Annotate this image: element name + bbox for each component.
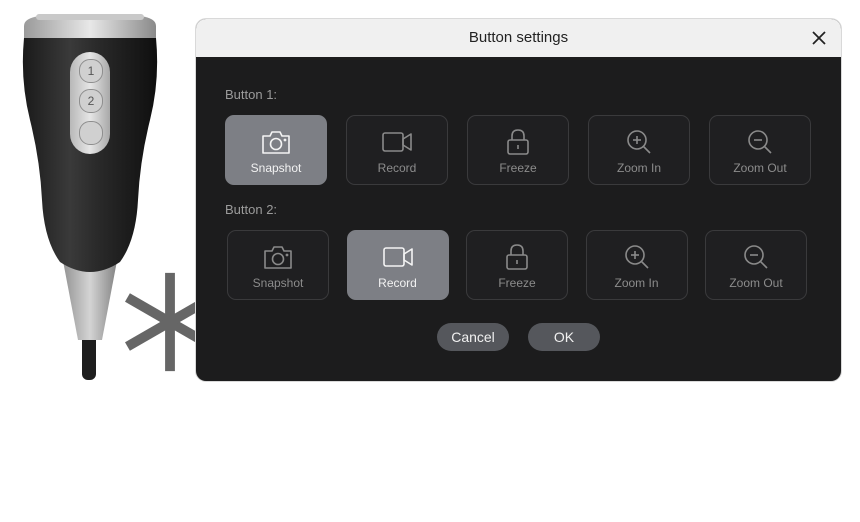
device-button-2: 2 — [79, 89, 103, 113]
button1-label: Button 1: — [225, 87, 278, 102]
ultrasound-probe-image: 1 2 — [0, 0, 215, 400]
device-button-2-label: 2 — [87, 94, 95, 108]
lock-icon — [467, 243, 567, 271]
zoom-out-icon — [710, 128, 810, 156]
option-label: Zoom In — [614, 276, 659, 290]
device-button-freeze — [79, 121, 215, 372]
option-label: Zoom In — [616, 161, 661, 175]
close-button[interactable] — [807, 26, 831, 50]
video-icon — [348, 243, 448, 271]
button2-option-snapshot[interactable]: Snapshot — [227, 230, 329, 300]
camera-icon — [226, 128, 326, 156]
button1-option-zoom-out[interactable]: Zoom Out — [709, 115, 811, 185]
camera-icon — [228, 243, 328, 271]
button2-option-record[interactable]: Record — [346, 230, 449, 300]
zoom-out-icon — [706, 243, 806, 271]
option-label: Snapshot — [252, 276, 304, 290]
button1-option-record[interactable]: Record — [346, 115, 448, 185]
dialog-title: Button settings — [468, 29, 569, 46]
zoom-in-icon — [589, 128, 689, 156]
button2-options: Snapshot Record Freeze Zoom In Zoom Out — [227, 230, 827, 300]
ok-button[interactable]: OK — [528, 323, 600, 351]
option-label: Zoom Out — [729, 276, 783, 290]
button2-option-freeze[interactable]: Freeze — [466, 230, 568, 300]
cancel-button[interactable]: Cancel — [437, 323, 509, 351]
dialog-titlebar: Button settings — [196, 19, 841, 57]
device-button-1: 1 — [79, 59, 103, 83]
button1-options: Snapshot Record Freeze Zoom In Zoom Out — [225, 115, 825, 185]
option-label: Freeze — [499, 161, 537, 175]
button-settings-dialog: Button settings Button 1: Snapshot Record… — [196, 19, 841, 381]
option-label: Freeze — [498, 276, 536, 290]
device-button-1-label: 1 — [87, 64, 95, 78]
button2-option-zoom-out[interactable]: Zoom Out — [705, 230, 807, 300]
button1-option-snapshot[interactable]: Snapshot — [225, 115, 327, 185]
video-icon — [347, 128, 447, 156]
button1-option-zoom-in[interactable]: Zoom In — [588, 115, 690, 185]
button2-option-zoom-in[interactable]: Zoom In — [585, 230, 688, 300]
close-icon — [812, 31, 826, 45]
button1-option-freeze[interactable]: Freeze — [467, 115, 569, 185]
option-label: Record — [378, 276, 417, 290]
lock-icon — [468, 128, 568, 156]
button2-label: Button 2: — [225, 202, 278, 217]
option-label: Snapshot — [250, 161, 302, 175]
zoom-in-icon — [587, 243, 687, 271]
option-label: Record — [377, 161, 417, 175]
option-label: Zoom Out — [733, 161, 787, 175]
